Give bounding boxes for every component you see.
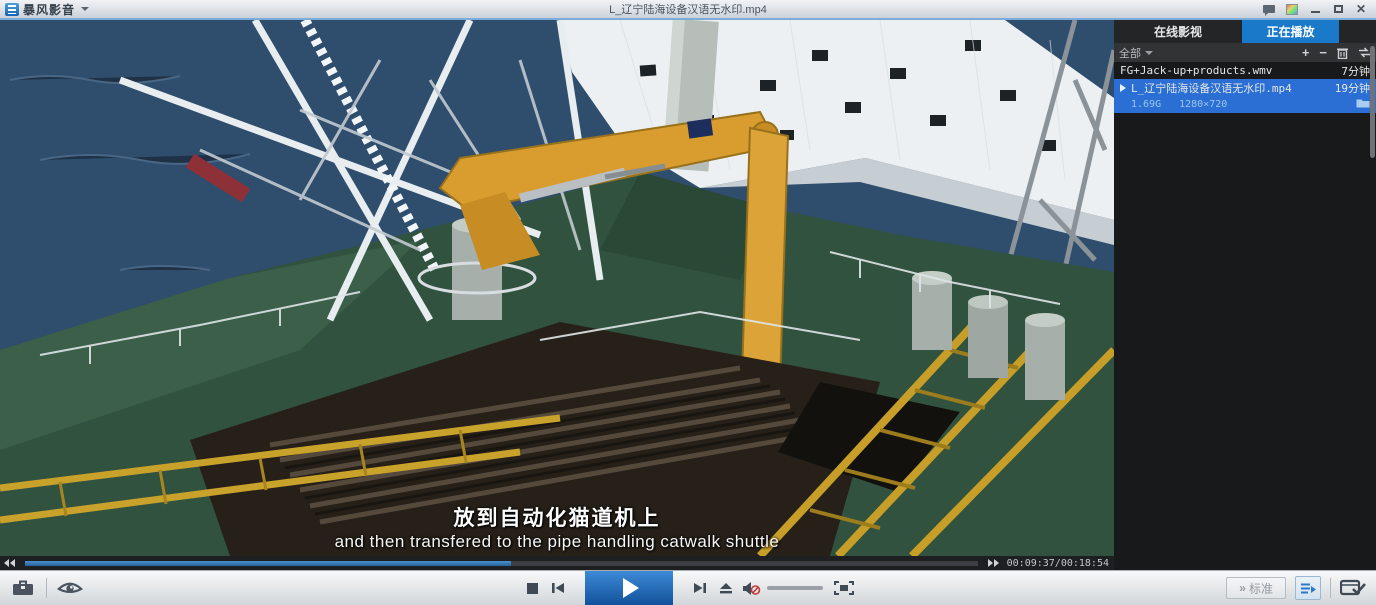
previous-button[interactable] bbox=[545, 575, 571, 601]
app-logo-icon bbox=[5, 3, 19, 16]
standard-mode-label: 标准 bbox=[1249, 580, 1273, 597]
playlist-toolbar: 全部 + − bbox=[1114, 43, 1376, 62]
play-button[interactable] bbox=[585, 571, 673, 605]
fast-forward-button[interactable] bbox=[987, 559, 999, 567]
fullscreen-button[interactable] bbox=[831, 575, 857, 601]
add-item-button[interactable]: + bbox=[1302, 47, 1310, 59]
video-frame bbox=[0, 20, 1114, 556]
playlist-toggle-button[interactable] bbox=[1295, 576, 1321, 600]
minimize-icon bbox=[1311, 11, 1320, 13]
time-display: 00:09:37/00:18:54 bbox=[1007, 558, 1109, 569]
window-title: L_辽宁陆海设备汉语无水印.mp4 bbox=[0, 1, 1376, 17]
fullscreen-icon bbox=[834, 581, 854, 595]
playlist-item-name: L_辽宁陆海设备汉语无水印.mp4 bbox=[1131, 80, 1292, 96]
progress-fill bbox=[25, 561, 511, 566]
play-indicator-icon bbox=[1120, 84, 1126, 92]
app-logo-menu[interactable]: 暴风影音 bbox=[0, 1, 89, 18]
skin-button[interactable] bbox=[1285, 3, 1299, 15]
minimize-button[interactable] bbox=[1308, 3, 1322, 15]
eye-protect-button[interactable] bbox=[57, 575, 83, 601]
feedback-button[interactable] bbox=[1262, 3, 1276, 15]
filter-all-dropdown[interactable]: 全部 bbox=[1119, 45, 1153, 61]
app-logo-text: 暴风影音 bbox=[23, 1, 75, 18]
standard-mode-button[interactable]: » 标准 bbox=[1226, 577, 1286, 599]
eye-icon bbox=[57, 580, 83, 597]
player-window: 暴风影音 L_辽宁陆海设备汉语无水印.mp4 ✕ bbox=[0, 0, 1376, 605]
film-check-icon bbox=[1340, 579, 1366, 597]
close-icon: ✕ bbox=[1356, 4, 1366, 14]
volume-muted-icon bbox=[742, 581, 762, 596]
sidebar-scrollbar[interactable] bbox=[1370, 46, 1375, 158]
rewind-button[interactable] bbox=[4, 559, 16, 567]
title-bar: 暴风影音 L_辽宁陆海设备汉语无水印.mp4 ✕ bbox=[0, 0, 1376, 20]
eject-button[interactable] bbox=[713, 575, 739, 601]
divider bbox=[1330, 578, 1331, 598]
tab-filler bbox=[1339, 20, 1376, 43]
folder-icon bbox=[1356, 98, 1370, 108]
playlist-item-duration: 19分钟 bbox=[1335, 80, 1370, 96]
chevron-down-icon bbox=[81, 7, 89, 11]
playlist-item[interactable]: FG+Jack-up+products.wmv 7分钟 bbox=[1114, 62, 1376, 79]
previous-icon bbox=[551, 582, 565, 594]
chevrons-right-icon: » bbox=[1239, 581, 1244, 595]
progress-bar[interactable] bbox=[25, 561, 978, 566]
playlist-item-details[interactable]: 1.69G 1280×720 bbox=[1114, 96, 1376, 113]
window-controls: ✕ bbox=[1262, 3, 1376, 15]
skin-palette-icon bbox=[1286, 4, 1298, 15]
filter-all-label: 全部 bbox=[1119, 45, 1141, 61]
playlist-toggle-icon bbox=[1300, 582, 1316, 595]
playlist: FG+Jack-up+products.wmv 7分钟 L_辽宁陆海设备汉语无水… bbox=[1114, 62, 1376, 113]
chevron-down-icon bbox=[1145, 51, 1153, 55]
progress-strip: 00:09:37/00:18:54 bbox=[0, 556, 1114, 570]
playlist-sidebar: 在线影视 正在播放 全部 + − bbox=[1114, 20, 1376, 570]
stop-icon bbox=[527, 583, 538, 594]
open-folder-button[interactable] bbox=[1356, 98, 1370, 111]
volume-slider[interactable] bbox=[767, 586, 823, 590]
divider bbox=[46, 578, 47, 598]
playlist-item-playing[interactable]: L_辽宁陆海设备汉语无水印.mp4 19分钟 bbox=[1114, 79, 1376, 96]
tab-online-movies[interactable]: 在线影视 bbox=[1114, 20, 1242, 43]
next-icon bbox=[693, 582, 707, 594]
speech-bubble-icon bbox=[1263, 5, 1275, 13]
remove-item-button[interactable]: − bbox=[1319, 47, 1327, 59]
control-bar: » 标准 bbox=[0, 570, 1376, 605]
playback-controls bbox=[519, 571, 857, 605]
close-button[interactable]: ✕ bbox=[1354, 3, 1368, 15]
next-button[interactable] bbox=[687, 575, 713, 601]
play-icon bbox=[623, 578, 639, 598]
file-size: 1.69G bbox=[1131, 99, 1161, 110]
toolbox-icon bbox=[12, 580, 34, 596]
playlist-item-duration: 7分钟 bbox=[1341, 63, 1370, 79]
video-area[interactable]: 放到自动化猫道机上 and then transfered to the pip… bbox=[0, 20, 1114, 570]
sidebar-tabs: 在线影视 正在播放 bbox=[1114, 20, 1376, 43]
stop-button[interactable] bbox=[519, 575, 545, 601]
trash-icon bbox=[1337, 47, 1348, 59]
mute-button[interactable] bbox=[739, 575, 765, 601]
maximize-button[interactable] bbox=[1331, 3, 1345, 15]
eject-icon bbox=[719, 582, 733, 594]
clear-list-button[interactable] bbox=[1337, 47, 1348, 59]
video-check-button[interactable] bbox=[1340, 575, 1366, 601]
file-resolution: 1280×720 bbox=[1179, 99, 1227, 110]
maximize-icon bbox=[1334, 5, 1343, 13]
toolbox-button[interactable] bbox=[10, 575, 36, 601]
tab-now-playing[interactable]: 正在播放 bbox=[1242, 20, 1339, 43]
playlist-item-name: FG+Jack-up+products.wmv bbox=[1120, 64, 1272, 77]
